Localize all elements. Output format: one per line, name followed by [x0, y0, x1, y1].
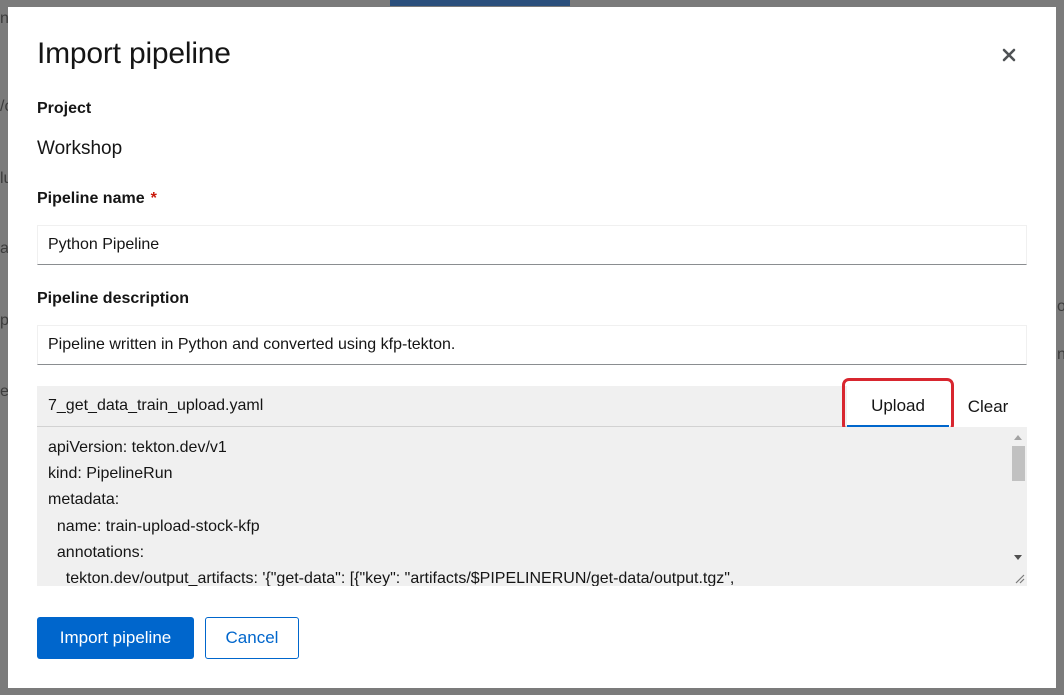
pipeline-name-label-text: Pipeline name [37, 190, 145, 207]
close-icon [1002, 48, 1016, 62]
uploaded-filename: 7_get_data_train_upload.yaml [48, 397, 264, 414]
yaml-content: apiVersion: tekton.dev/v1 kind: Pipeline… [48, 439, 735, 586]
pipeline-name-input[interactable] [37, 225, 1027, 265]
yaml-content-textarea[interactable]: apiVersion: tekton.dev/v1 kind: Pipeline… [37, 427, 1027, 586]
project-label: Project [37, 100, 92, 117]
scroll-up-arrow-icon[interactable] [1009, 430, 1027, 444]
background-text: n [1057, 346, 1064, 363]
pipeline-name-label: Pipeline name * [37, 190, 157, 208]
pipeline-description-label: Pipeline description [37, 290, 190, 307]
clear-button[interactable]: Clear [949, 386, 1027, 427]
required-marker: * [150, 190, 157, 207]
modal-title: Import pipeline [37, 37, 231, 70]
vertical-scrollbar[interactable] [1009, 427, 1027, 586]
project-value: Workshop [37, 138, 123, 159]
scrollbar-thumb[interactable] [1012, 446, 1025, 481]
upload-button[interactable]: Upload [847, 386, 949, 427]
pipeline-description-input[interactable] [37, 325, 1027, 365]
background-tab-indicator [390, 0, 570, 6]
import-pipeline-modal: Import pipeline Project Workshop Pipelin… [8, 7, 1056, 688]
close-button[interactable] [994, 40, 1024, 70]
resize-grip-icon[interactable] [1013, 572, 1025, 584]
scroll-down-arrow-icon[interactable] [1009, 550, 1027, 564]
background-text: o [1057, 298, 1064, 315]
file-upload-bar: 7_get_data_train_upload.yaml Upload Clea… [37, 386, 1027, 427]
cancel-button[interactable]: Cancel [205, 617, 299, 659]
import-pipeline-button[interactable]: Import pipeline [37, 617, 194, 659]
